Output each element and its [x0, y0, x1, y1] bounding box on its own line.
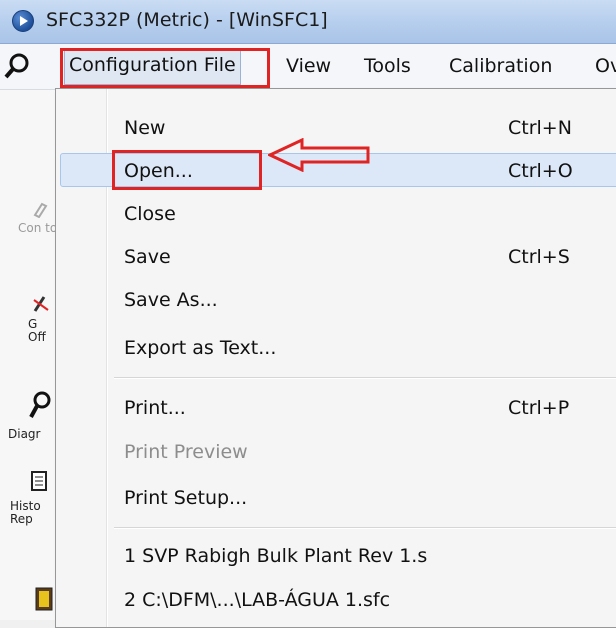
connect-icon — [33, 202, 48, 218]
menu-item-export-as-text[interactable]: Export as Text... — [56, 329, 616, 367]
menu-calibration[interactable]: Calibration — [449, 55, 552, 77]
disconnect-icon — [33, 296, 49, 312]
title-bar: SFC332P (Metric) - [WinSFC1] — [0, 0, 616, 44]
menu-item-label: New — [124, 117, 166, 139]
menu-item-label: Export as Text... — [124, 337, 277, 359]
menu-item-label: Print Setup... — [124, 487, 248, 509]
menu-item-shortcut: Ctrl+N — [508, 117, 572, 139]
menu-item-shortcut: Ctrl+O — [508, 160, 573, 182]
menu-item-recent-file-1[interactable]: 1 SVP Rabigh Bulk Plant Rev 1.s — [56, 537, 616, 575]
menu-item-label: Save — [124, 246, 171, 268]
menu-separator — [114, 377, 616, 379]
menu-item-save[interactable]: Save Ctrl+S — [56, 238, 616, 276]
menu-bar: Configuration File View Tools Calibratio… — [0, 44, 616, 90]
menu-item-save-as[interactable]: Save As... — [56, 281, 616, 319]
menu-configuration-file[interactable]: Configuration File — [64, 49, 241, 85]
menu-item-shortcut: Ctrl+P — [508, 397, 570, 419]
report-icon — [31, 471, 47, 491]
sidebar-item-offline[interactable]: G Off — [28, 318, 46, 344]
magnifier-icon — [29, 391, 51, 418]
left-sidebar — [0, 90, 60, 620]
menu-item-label: Print... — [124, 397, 186, 419]
menu-item-label: Close — [124, 203, 176, 225]
sidebar-item-diagnostics[interactable]: Diagr — [8, 428, 40, 441]
menu-separator — [114, 527, 616, 529]
zoom-icon[interactable] — [4, 52, 30, 80]
menu-item-print-preview: Print Preview — [56, 433, 616, 471]
menu-item-label: 1 SVP Rabigh Bulk Plant Rev 1.s — [124, 545, 428, 567]
left-arrow-icon — [268, 138, 370, 172]
menu-item-print[interactable]: Print... Ctrl+P — [56, 389, 616, 427]
book-icon — [35, 587, 53, 611]
menu-item-label: Print Preview — [124, 441, 248, 463]
menu-item-shortcut: Ctrl+S — [508, 246, 570, 268]
app-icon — [12, 10, 34, 32]
window-title: SFC332P (Metric) - [WinSFC1] — [46, 9, 328, 31]
menu-item-recent-file-2[interactable]: 2 C:\DFM\...\LAB-ÁGUA 1.sfc — [56, 581, 616, 619]
sidebar-item-history-report[interactable]: Histo Rep — [10, 500, 41, 526]
menu-item-label: Save As... — [124, 289, 218, 311]
menu-item-label: Open... — [124, 160, 193, 182]
menu-item-close[interactable]: Close — [56, 195, 616, 233]
menu-view[interactable]: View — [286, 55, 331, 77]
menu-item-print-setup[interactable]: Print Setup... — [56, 479, 616, 517]
menu-item-label: 2 C:\DFM\...\LAB-ÁGUA 1.sfc — [124, 589, 391, 611]
menu-overflow[interactable]: Ov — [595, 55, 616, 77]
menu-tools[interactable]: Tools — [364, 55, 411, 77]
